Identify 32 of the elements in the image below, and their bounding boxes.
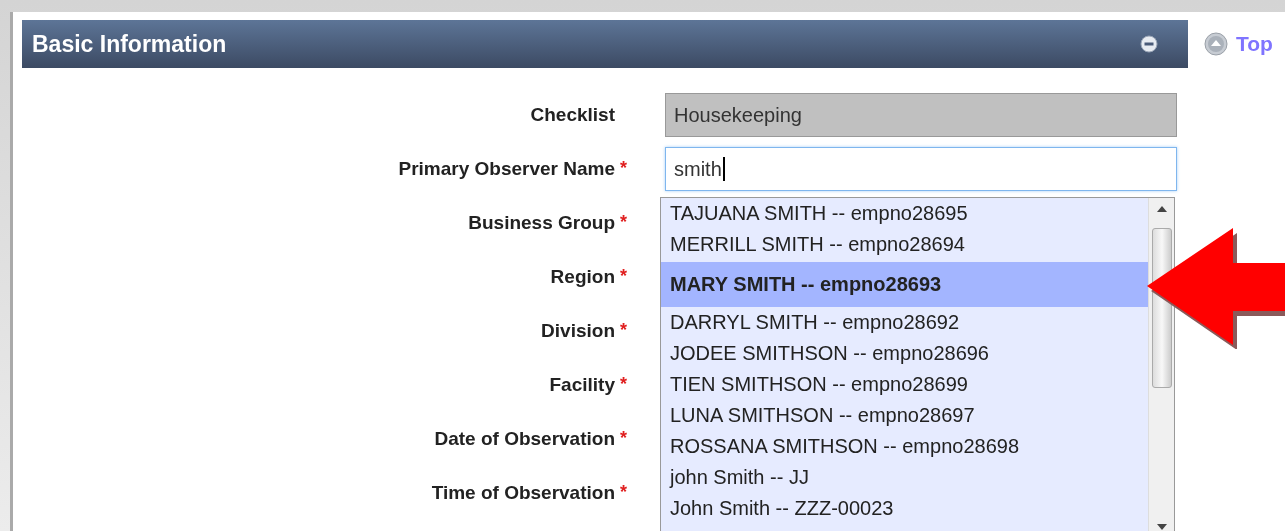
checklist-field: Housekeeping [665,93,1177,137]
suggestion-item[interactable]: MERRILL SMITH -- empno28694 [661,229,1148,260]
suggestion-item[interactable]: LUNA SMITHSON -- empno28697 [661,400,1148,431]
field-label: Business Group [468,212,615,234]
suggestion-item[interactable]: DARRYL SMITH -- empno28692 [661,307,1148,338]
suggestion-item[interactable]: TAJUANA SMITH -- empno28695 [661,198,1148,229]
scroll-up-icon[interactable] [1156,206,1167,212]
field-label: Facility [549,374,615,396]
required-mark: * [620,428,628,449]
field-label: Time of Observation [431,482,615,504]
suggestion-item[interactable]: John Smith -- ZZZ-00023 [661,493,1148,524]
collapse-icon[interactable] [1140,35,1158,53]
required-mark: * [620,482,628,503]
top-link[interactable]: Top [1204,32,1273,56]
observer-name-field[interactable]: smith [665,147,1177,191]
suggestion-item[interactable]: JODEE SMITHSON -- empno28696 [661,338,1148,369]
required-mark: * [620,158,628,179]
suggestion-item[interactable]: TIEN SMITHSON -- empno28699 [661,369,1148,400]
field-label: Primary Observer Name [398,158,615,180]
suggestion-item[interactable]: john Smith -- JJ [661,462,1148,493]
required-mark: * [620,212,628,233]
required-mark: * [620,374,628,395]
scroll-down-icon[interactable] [1156,524,1167,530]
required-mark: * [620,320,628,341]
suggestion-item[interactable]: MARY SMITH -- empno28693 [661,262,1148,307]
field-label: Division [541,320,615,342]
field-label: Region [550,266,615,288]
suggestion-item[interactable]: ROSSANA SMITHSON -- empno28698 [661,431,1148,462]
required-mark: * [620,266,628,287]
field-label: Date of Observation [434,428,615,450]
section-title: Basic Information [32,30,227,58]
field-label: Checklist [530,104,615,126]
